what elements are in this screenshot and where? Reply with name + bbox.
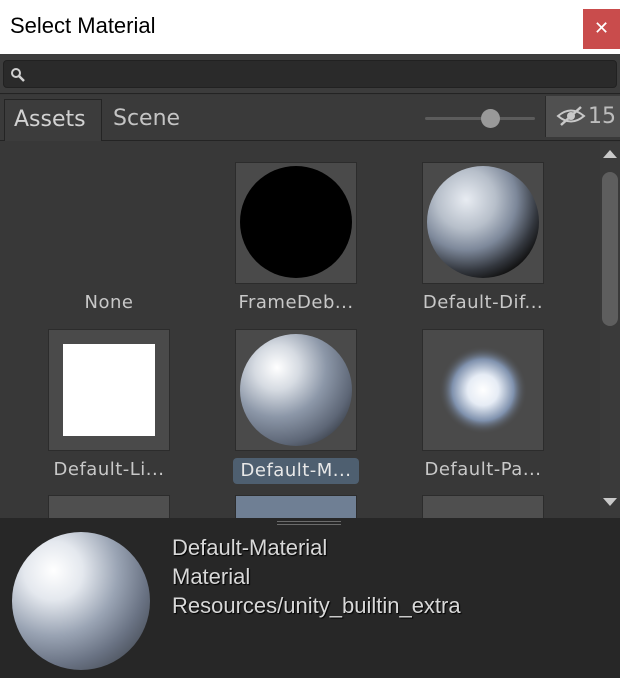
search-input[interactable] (30, 63, 610, 85)
tab-assets[interactable]: Assets (4, 99, 102, 141)
title-bar: Select Material ✕ (0, 0, 620, 54)
diffuse-sphere-icon (427, 166, 539, 278)
window-title: Select Material (10, 13, 156, 38)
zoom-slider-track[interactable] (425, 117, 535, 120)
preview-asset-type: Material (172, 564, 251, 589)
grid-scrollbar[interactable] (600, 142, 620, 518)
grid-item-thumbnail[interactable] (235, 495, 357, 518)
asset-grid: None FrameDeb... Default-Dif... Default-… (0, 142, 600, 518)
preview-asset-name: Default-Material (172, 535, 328, 560)
hidden-count-label: 15 (588, 104, 616, 129)
grid-item-label[interactable]: Default-Dif... (408, 291, 558, 315)
preview-panel: Default-Material Material Resources/unit… (0, 518, 620, 678)
search-field[interactable] (3, 60, 617, 88)
grid-item-label-selected[interactable]: Default-M... (233, 458, 359, 484)
tab-bar: Assets Scene 15 (0, 95, 620, 141)
black-sphere-icon (240, 166, 352, 278)
eye-slash-icon (556, 106, 586, 126)
scroll-up-arrow-icon[interactable] (603, 150, 617, 158)
hidden-packages-toggle[interactable]: 15 (545, 96, 620, 137)
preview-asset-path: Resources/unity_builtin_extra (172, 593, 461, 618)
white-square-icon (63, 344, 155, 436)
scroll-down-arrow-icon[interactable] (603, 498, 617, 506)
grid-item-label[interactable]: FrameDeb... (221, 291, 371, 315)
particle-icon (439, 346, 527, 434)
grid-item-thumbnail[interactable] (235, 329, 357, 451)
grid-item-thumbnail[interactable] (235, 162, 357, 284)
tab-scene[interactable]: Scene (104, 99, 196, 141)
splitter-handle[interactable] (277, 521, 341, 527)
grid-item-label[interactable]: Default-Pa... (408, 458, 558, 482)
grid-item-thumbnail[interactable] (48, 329, 170, 451)
close-button[interactable]: ✕ (583, 9, 620, 49)
grid-item-thumbnail[interactable] (422, 495, 544, 518)
grid-item-thumbnail[interactable] (48, 495, 170, 518)
search-bar (0, 54, 620, 94)
grid-item-thumbnail[interactable] (422, 329, 544, 451)
zoom-slider-thumb[interactable] (481, 109, 500, 128)
grid-item-label[interactable]: None (34, 291, 184, 315)
grid-item-label[interactable]: Default-Li... (34, 458, 184, 482)
grid-item-thumbnail[interactable] (422, 162, 544, 284)
scroll-thumb[interactable] (602, 172, 618, 326)
close-icon: ✕ (593, 18, 610, 39)
preview-sphere-icon (12, 532, 150, 670)
material-sphere-icon (240, 334, 352, 446)
search-icon (11, 68, 25, 82)
